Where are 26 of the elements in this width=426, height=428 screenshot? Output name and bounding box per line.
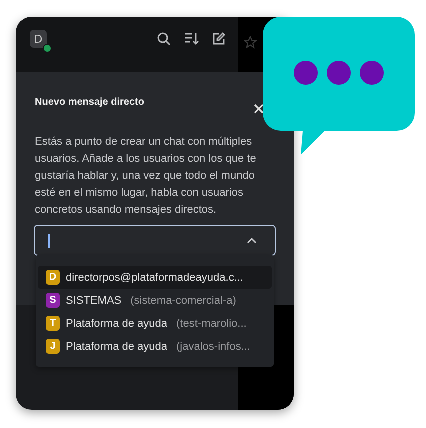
- compose-icon[interactable]: [212, 32, 226, 46]
- user-avatar: T: [46, 316, 60, 331]
- user-avatar[interactable]: D: [30, 30, 47, 48]
- chat-bubble-icon: [263, 17, 417, 157]
- star-icon[interactable]: [244, 36, 257, 49]
- text-cursor-icon: [48, 234, 50, 248]
- user-suggestion[interactable]: S SISTEMAS (sistema-comercial-a): [38, 289, 272, 312]
- close-icon[interactable]: [254, 104, 264, 114]
- user-avatar: D: [46, 270, 60, 285]
- dialog-title: Nuevo mensaje directo: [35, 96, 144, 108]
- user-avatar: J: [46, 339, 60, 354]
- user-handle: (test-marolio...: [176, 318, 247, 330]
- user-handle: (javalos-infos...: [176, 340, 250, 352]
- user-handle: (sistema-comercial-a): [130, 294, 236, 306]
- user-name: SISTEMAS: [66, 294, 122, 306]
- user-name: Plataforma de ayuda: [66, 318, 168, 330]
- dialog-description: Estás a punto de crear un chat con múltiples usuarios. Añade a los usuarios con los que te gustaría hablar y, una vez que todo el mundo esté en el mismo lugar, habla con usuarios concretos usando mensajes directos.: [35, 135, 258, 218]
- user-avatar: S: [46, 293, 60, 308]
- user-name: Plataforma de ayuda: [66, 340, 168, 352]
- user-suggestion[interactable]: D directorpos@plataformadeayuda.c...: [38, 266, 272, 289]
- user-name: directorpos@plataformadeayuda.c...: [66, 272, 244, 284]
- search-icon[interactable]: [157, 32, 171, 46]
- sort-icon[interactable]: [184, 32, 199, 45]
- user-suggestion[interactable]: T Plataforma de ayuda (test-marolio...: [38, 312, 272, 335]
- user-suggestion[interactable]: J Plataforma de ayuda (javalos-infos...: [38, 335, 272, 358]
- chevron-icon[interactable]: [247, 237, 257, 244]
